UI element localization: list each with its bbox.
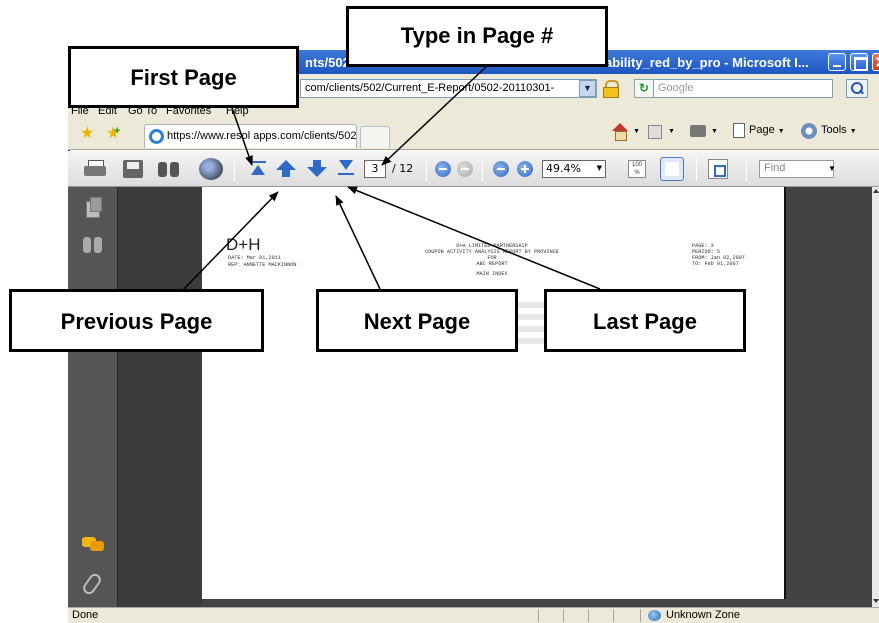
add-favorite-icon[interactable]: ★ [106, 123, 121, 142]
page-icon[interactable] [733, 123, 745, 138]
toolbar-separator [746, 159, 747, 181]
window-title-left: nts/502 [305, 55, 350, 70]
globe-icon [648, 610, 661, 621]
attachment-icon[interactable] [80, 571, 104, 597]
back-view-icon[interactable] [435, 161, 451, 177]
callout-last-page: Last Page [544, 289, 746, 352]
zoom-value: 49.4% [546, 162, 581, 175]
comments-icon[interactable] [82, 537, 104, 551]
tab-bar: ★ ★ https://www.resol apps.com/clients/5… [68, 118, 879, 150]
navigation-strip [68, 187, 118, 607]
document-area: D+H DATE: Mar 01,2011 REP: ANNETTE MACKI… [202, 187, 872, 607]
url-dropdown-icon[interactable]: ▼ [579, 80, 596, 97]
home-dropdown-icon[interactable]: ▼ [633, 124, 640, 136]
first-page-icon[interactable] [249, 160, 267, 178]
close-button[interactable] [872, 53, 879, 71]
toolbar-separator [482, 159, 483, 181]
status-divider [588, 609, 589, 622]
document-page: D+H DATE: Mar 01,2011 REP: ANNETTE MACKI… [202, 187, 786, 599]
page-menu[interactable]: Page ▼ [749, 124, 785, 136]
tab-current[interactable]: https://www.resol apps.com/clients/502/C… [144, 124, 357, 148]
callout-first-page: First Page [68, 46, 299, 108]
fit-page-icon[interactable] [708, 159, 728, 179]
url-input[interactable]: com/clients/502/Current_E-Report/0502-20… [300, 79, 597, 98]
tools-icon[interactable] [801, 123, 817, 139]
minimize-button[interactable] [828, 53, 846, 71]
last-page-icon[interactable] [337, 160, 355, 178]
refresh-icon[interactable]: ↻ [634, 79, 654, 98]
zoom-select[interactable]: 49.4% ▼ [542, 160, 606, 178]
zoom-out-icon[interactable] [493, 161, 509, 177]
page-number-input[interactable]: 3 [364, 160, 386, 178]
toolbar-separator [426, 159, 427, 181]
actual-size-icon[interactable]: 100 % [628, 160, 646, 178]
window-title-right: ability_red_by_pro - Microsoft I... [605, 55, 809, 70]
status-divider [538, 609, 539, 622]
page-menu-label: Page [749, 124, 775, 136]
security-zone: Unknown Zone [666, 609, 740, 621]
print-icon[interactable] [690, 125, 706, 137]
search-panel-icon[interactable] [83, 237, 103, 253]
tools-menu[interactable]: Tools ▼ [821, 124, 857, 136]
lock-icon[interactable] [602, 80, 619, 98]
search-input[interactable]: Google [653, 79, 833, 98]
find-input[interactable]: Find [759, 160, 834, 178]
status-text: Done [72, 609, 99, 621]
home-icon[interactable] [611, 123, 629, 141]
binoculars-icon[interactable] [158, 160, 180, 178]
feeds-icon[interactable] [648, 125, 662, 139]
callout-type-page: Type in Page # [346, 6, 608, 67]
new-tab-button[interactable] [360, 126, 390, 148]
document-date: DATE: Mar 01,2011 [228, 255, 281, 261]
single-page-view-icon[interactable] [660, 157, 684, 181]
scroll-up-icon[interactable] [873, 189, 879, 193]
printer-icon[interactable] [84, 160, 106, 178]
callout-previous-page: Previous Page [9, 289, 264, 352]
find-dropdown-icon[interactable]: ▼ [828, 164, 836, 173]
pages-icon[interactable] [86, 197, 102, 218]
zoom-dropdown-icon: ▼ [596, 164, 602, 172]
tab-title: https://www.resol apps.com/clients/502/C… [167, 130, 357, 142]
favorites-star-icon[interactable]: ★ [80, 126, 94, 142]
callout-next-page: Next Page [316, 289, 518, 352]
feeds-dropdown-icon[interactable]: ▼ [668, 124, 675, 136]
document-rep: REP: ANNETTE MACKINNON [228, 262, 297, 268]
previous-page-icon[interactable] [276, 160, 296, 178]
document-index: MAIN INDEX [476, 271, 508, 277]
scroll-down-icon[interactable] [873, 599, 879, 603]
status-divider [640, 609, 641, 622]
document-logo: D+H [226, 235, 261, 254]
ie-icon [149, 129, 164, 144]
status-divider [613, 609, 614, 622]
navigation-panel [68, 187, 202, 607]
forward-view-icon[interactable] [457, 161, 473, 177]
status-divider [563, 609, 564, 622]
next-page-icon[interactable] [307, 160, 327, 178]
zoom-in-icon[interactable] [517, 161, 533, 177]
print-dropdown-icon[interactable]: ▼ [711, 124, 718, 136]
save-icon[interactable] [123, 160, 143, 178]
document-to: TO: Feb 01,2007 [692, 261, 739, 267]
toolbar-separator [696, 159, 697, 181]
pdf-toolbar: 3 / 12 49.4% ▼ 100 % Find ▼ [68, 151, 879, 187]
maximize-button[interactable] [850, 53, 868, 71]
document-client: ABC REPORT [476, 261, 508, 267]
status-bar: Done Unknown Zone [68, 607, 879, 623]
search-icon[interactable] [846, 79, 868, 98]
collaborate-icon[interactable] [199, 158, 223, 180]
page-total: / 12 [392, 162, 414, 175]
toolbar-separator [234, 159, 235, 181]
vertical-scrollbar[interactable] [872, 187, 879, 607]
tools-menu-label: Tools [821, 124, 847, 136]
